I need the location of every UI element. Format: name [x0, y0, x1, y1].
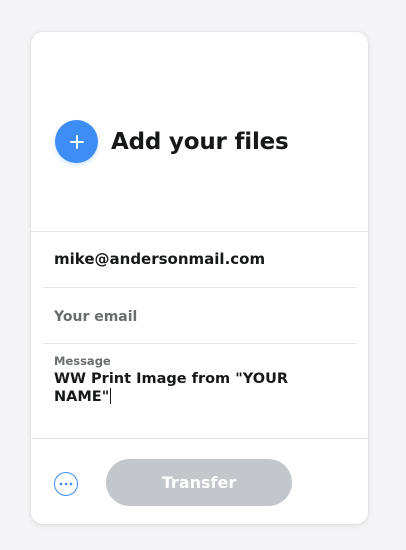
your-email-field[interactable] [54, 307, 350, 327]
divider [31, 231, 368, 232]
recipient-email-field[interactable] [54, 248, 350, 270]
divider [31, 438, 368, 439]
transfer-button[interactable]: Transfer [106, 459, 292, 506]
text-cursor [110, 388, 112, 404]
message-label: Message [54, 354, 111, 368]
add-files-button[interactable]: Add your files [55, 120, 289, 163]
transfer-card: Add your files Message WW Print Image fr… [31, 32, 368, 524]
plus-icon [69, 134, 84, 149]
message-value: WW Print Image from "YOUR NAME" [54, 371, 289, 405]
divider [43, 343, 356, 344]
divider [43, 287, 356, 288]
options-button[interactable] [54, 472, 78, 496]
message-textarea[interactable]: WW Print Image from "YOUR NAME" [54, 371, 324, 406]
add-circle[interactable] [55, 120, 98, 163]
add-files-title: Add your files [111, 128, 289, 155]
ellipsis-icon [59, 482, 73, 486]
